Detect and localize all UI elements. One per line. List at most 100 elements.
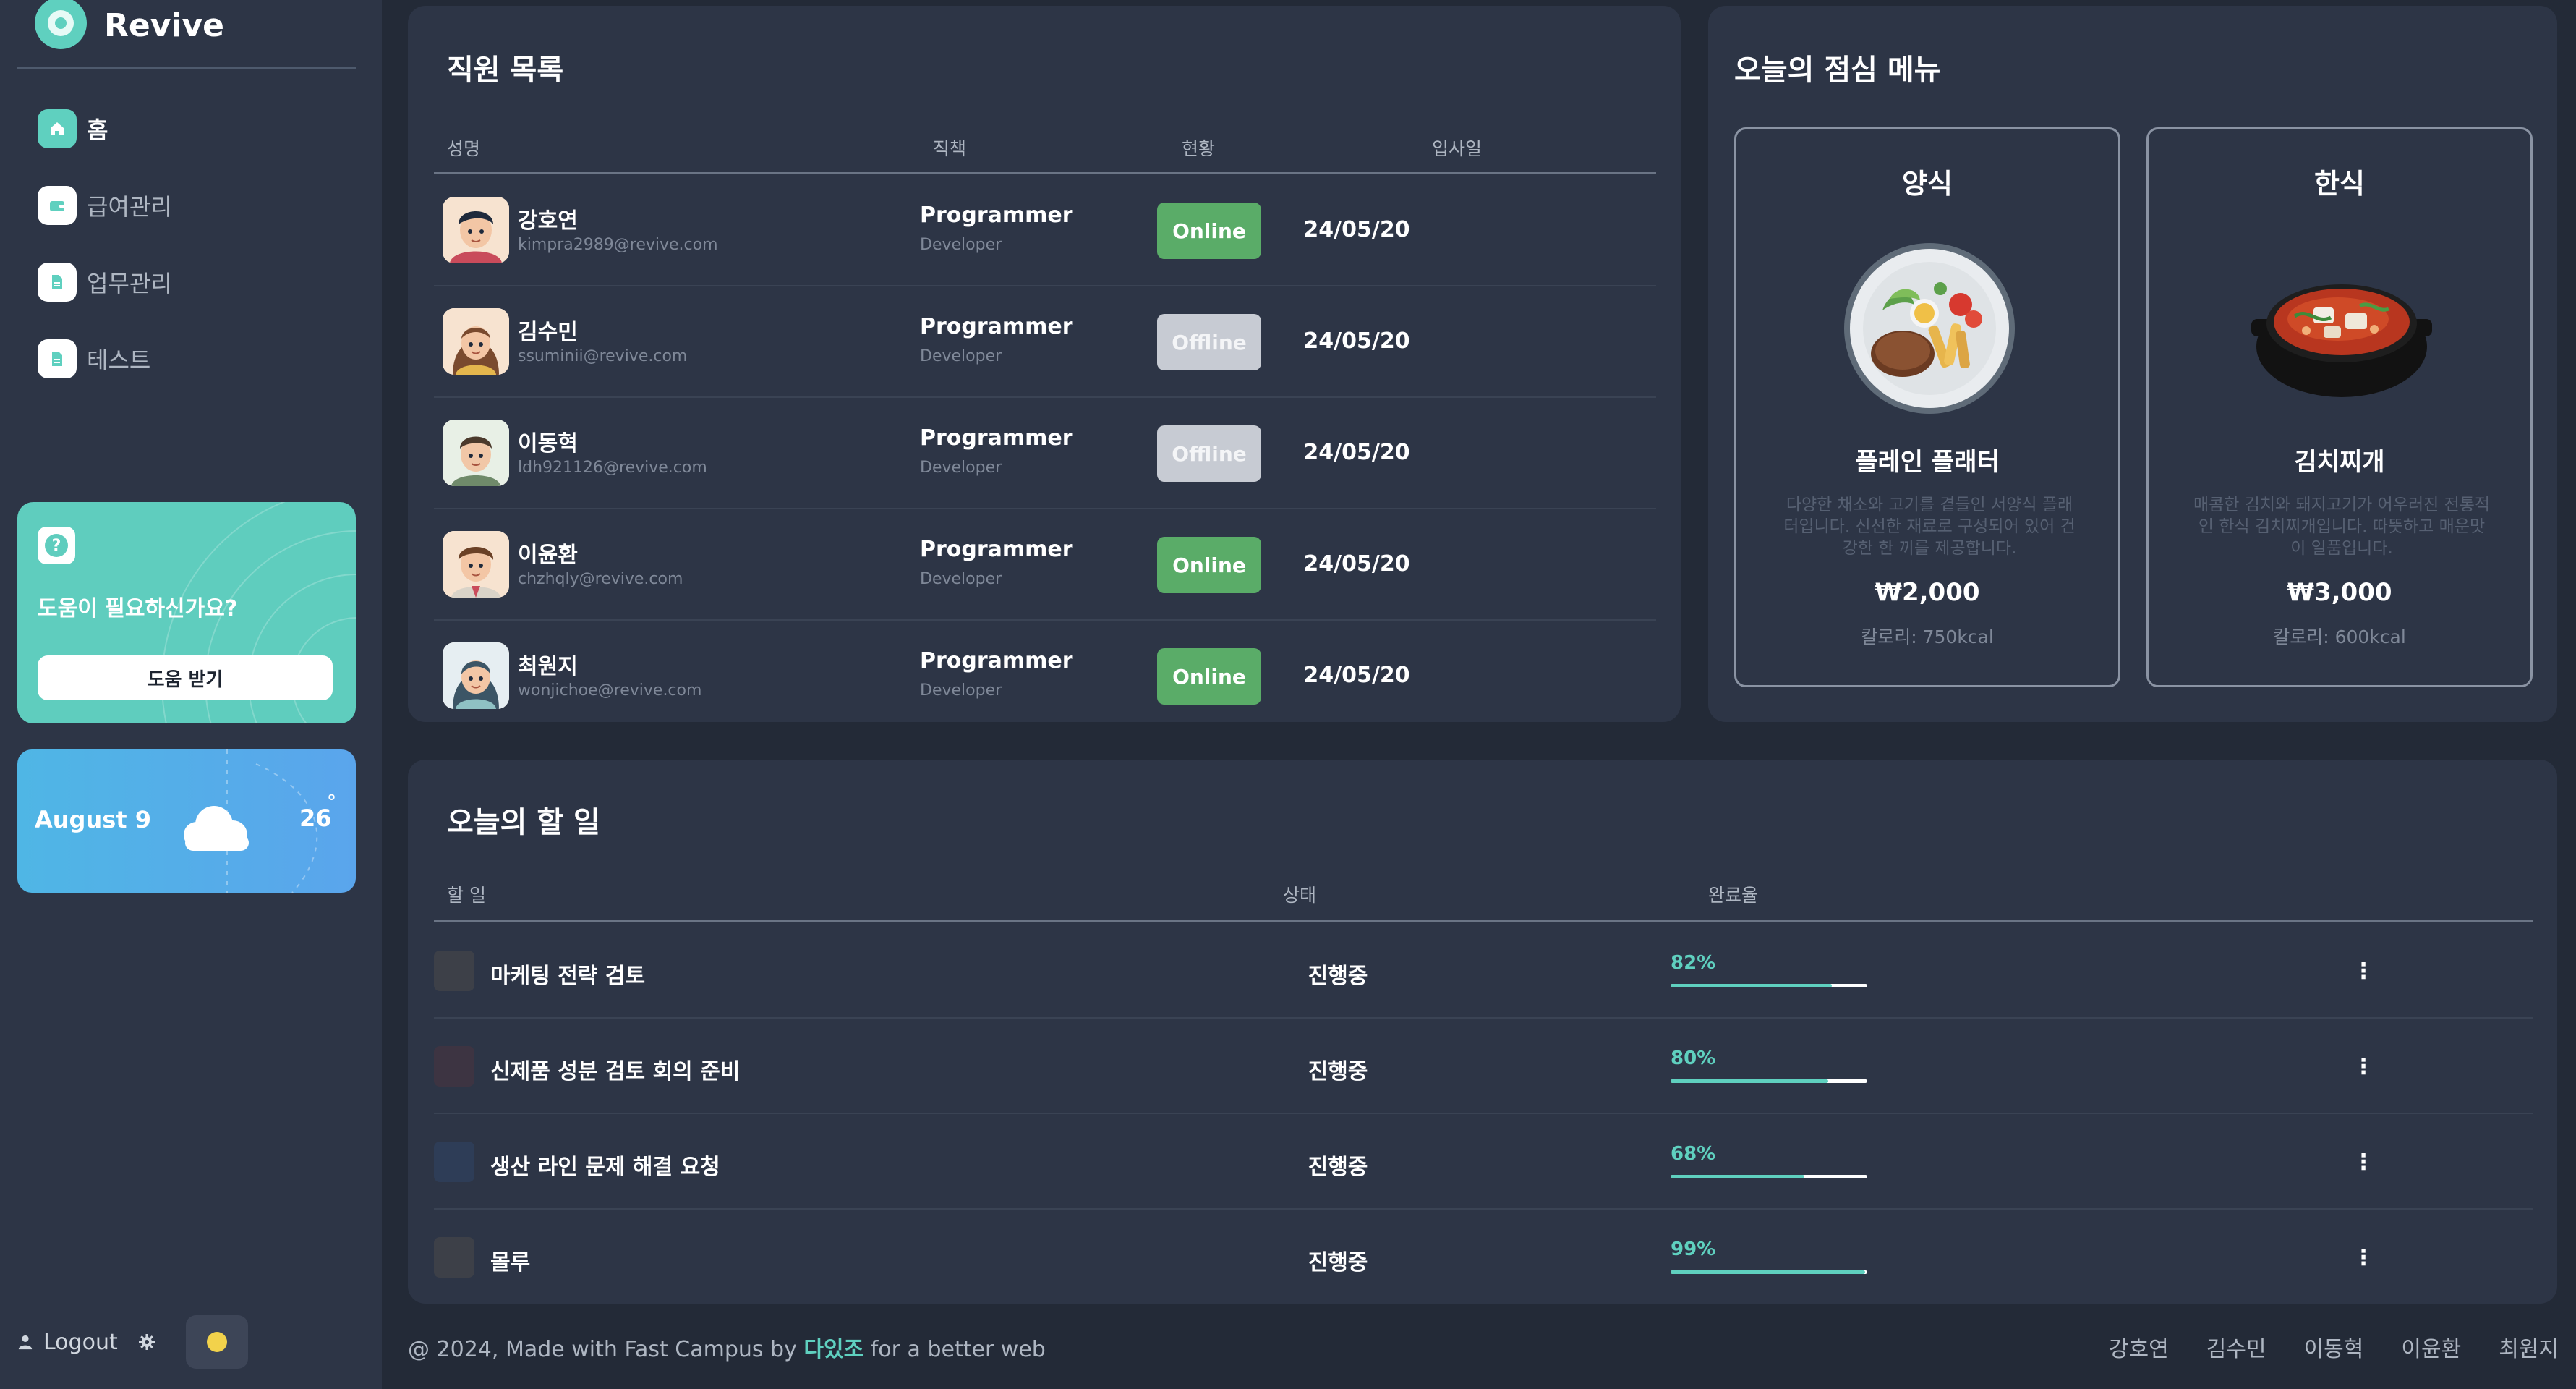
employee-role: Programmer xyxy=(920,314,1073,339)
task-progress-fill xyxy=(1671,1079,1828,1083)
employee-department: Developer xyxy=(920,236,1002,254)
avatar xyxy=(443,197,509,263)
platter-image xyxy=(1844,243,2015,414)
employee-email: ssuminii@revive.com xyxy=(518,347,688,365)
employee-email: ldh921126@revive.com xyxy=(518,459,707,477)
more-vertical-icon[interactable]: ⋮ xyxy=(2343,1046,2384,1087)
menu-item-korean[interactable]: 한식 김치찌개 매콤한 김치와 돼지고기가 어우러진 전통적인 한식 김치찌개입… xyxy=(2146,127,2533,687)
menu-price: ₩2,000 xyxy=(1875,578,1980,607)
task-status: 진행중 xyxy=(1308,1059,1368,1084)
task-status: 진행중 xyxy=(1308,964,1368,989)
menu-description: 다양한 채소와 고기를 곁들인 서양식 플래터입니다. 신선한 재료로 구성되어… xyxy=(1783,496,2076,558)
employee-name: 최원지 xyxy=(518,654,578,679)
footer-prefix: @ 2024, Made with Fast Campus by xyxy=(408,1337,797,1362)
column-header-progress: 완료율 xyxy=(1708,885,1759,906)
task-progress-bar xyxy=(1671,1175,1867,1178)
footer-link[interactable]: 이윤환 xyxy=(2401,1331,2461,1363)
cloud-icon xyxy=(184,806,249,851)
logout-button[interactable]: Logout xyxy=(17,1330,118,1355)
sidebar-nav: 홈 급여관리 업무관리 테스트 xyxy=(38,109,172,415)
task-checkbox[interactable] xyxy=(434,951,474,991)
employee-department: Developer xyxy=(920,347,1002,365)
task-name: 몰루 xyxy=(490,1250,531,1275)
column-header-name: 성명 xyxy=(447,138,481,159)
employee-name: 강호연 xyxy=(518,208,578,234)
menu-category: 한식 xyxy=(2314,168,2365,200)
task-progress-label: 68% xyxy=(1671,1143,1716,1165)
employee-department: Developer xyxy=(920,681,1002,700)
employee-role: Programmer xyxy=(920,425,1073,451)
theme-toggle-button[interactable] xyxy=(185,1315,248,1369)
more-vertical-icon[interactable]: ⋮ xyxy=(2343,951,2384,991)
avatar xyxy=(443,642,509,709)
employee-join-date: 24/05/20 xyxy=(1303,551,1410,577)
employee-name: 이동혁 xyxy=(518,431,578,456)
column-header-join-date: 입사일 xyxy=(1432,138,1483,159)
menu-name: 플레인 플래터 xyxy=(1855,448,2000,477)
sidebar-item-payroll[interactable]: 급여관리 xyxy=(38,185,172,226)
task-progress-label: 80% xyxy=(1671,1048,1716,1069)
task-checkbox[interactable] xyxy=(434,1046,474,1087)
home-icon xyxy=(38,109,77,148)
footer-link[interactable]: 이동혁 xyxy=(2304,1331,2364,1363)
employee-list-title: 직원 목록 xyxy=(447,54,564,87)
todo-title: 오늘의 할 일 xyxy=(447,806,600,839)
footer-suffix: for a better web xyxy=(870,1337,1046,1362)
sidebar: Revive 홈 급여관리 업무관리 테스트 ? 도움이 필요하신가요? 도움 … xyxy=(0,0,382,1389)
avatar xyxy=(443,531,509,598)
task-name: 생산 라인 문제 해결 요청 xyxy=(490,1155,720,1180)
employee-join-date: 24/05/20 xyxy=(1303,217,1410,242)
more-vertical-icon[interactable]: ⋮ xyxy=(2343,1142,2384,1182)
employee-row[interactable]: 최원지 wonjichoe@revive.com Programmer Deve… xyxy=(434,621,1656,732)
table-header-divider xyxy=(434,172,1656,174)
footer-link[interactable]: 강호연 xyxy=(2109,1331,2169,1363)
brand[interactable]: Revive xyxy=(35,0,224,51)
sidebar-item-label: 홈 xyxy=(87,116,108,144)
employee-email: kimpra2989@revive.com xyxy=(518,236,718,254)
task-checkbox[interactable] xyxy=(434,1237,474,1278)
task-progress-label: 82% xyxy=(1671,952,1716,974)
revive-logo-icon xyxy=(35,0,87,49)
footer-link[interactable]: 최원지 xyxy=(2499,1331,2559,1363)
task-progress-fill xyxy=(1671,1270,1866,1274)
wallet-icon xyxy=(38,186,77,225)
task-progress-bar xyxy=(1671,1270,1867,1274)
sidebar-bottom: Logout xyxy=(17,1315,248,1369)
footer-link[interactable]: 김수민 xyxy=(2206,1331,2266,1363)
get-help-button[interactable]: 도움 받기 xyxy=(38,655,333,700)
footer-team-link[interactable]: 다있조 xyxy=(803,1337,863,1362)
task-progress-fill xyxy=(1671,1175,1804,1178)
menu-item-western[interactable]: 양식 플레인 플래터 다양한 채소와 고기를 곁들인 서양식 플래터입니다. 신… xyxy=(1734,127,2120,687)
footer-links: 강호연 김수민 이동혁 이윤환 최원지 xyxy=(2109,1331,2559,1363)
employee-role: Programmer xyxy=(920,203,1073,228)
task-checkbox[interactable] xyxy=(434,1142,474,1182)
employee-row[interactable]: 이윤환 chzhqly@revive.com Programmer Develo… xyxy=(434,509,1656,621)
footer-credit: @ 2024, Made with Fast Campus by 다있조 for… xyxy=(408,1331,1046,1363)
task-row: 생산 라인 문제 해결 요청 진행중 68% ⋮ xyxy=(434,1114,2533,1210)
sidebar-item-tasks[interactable]: 업무관리 xyxy=(38,262,172,302)
lunch-menu-title: 오늘의 점심 메뉴 xyxy=(1734,54,1941,87)
table-header-divider xyxy=(434,920,2533,922)
employee-name: 이윤환 xyxy=(518,543,578,568)
sidebar-item-home[interactable]: 홈 xyxy=(38,109,172,149)
logout-label: Logout xyxy=(43,1329,118,1355)
gear-icon[interactable] xyxy=(138,1333,155,1351)
employee-join-date: 24/05/20 xyxy=(1303,328,1410,354)
question-icon: ? xyxy=(38,527,75,564)
more-vertical-icon[interactable]: ⋮ xyxy=(2343,1237,2384,1278)
task-progress-fill xyxy=(1671,984,1833,987)
brand-name: Revive xyxy=(104,7,225,44)
employee-email: chzhqly@revive.com xyxy=(518,570,683,588)
employee-row[interactable]: 이동혁 ldh921126@revive.com Programmer Deve… xyxy=(434,398,1656,509)
sidebar-item-test[interactable]: 테스트 xyxy=(38,339,172,379)
task-progress-bar xyxy=(1671,1079,1867,1083)
employee-department: Developer xyxy=(920,570,1002,588)
avatar xyxy=(443,420,509,486)
employee-row[interactable]: 강호연 kimpra2989@revive.com Programmer Dev… xyxy=(434,175,1656,286)
employee-row[interactable]: 김수민 ssuminii@revive.com Programmer Devel… xyxy=(434,286,1656,398)
column-header-task: 할 일 xyxy=(447,885,486,906)
lunch-menu-card: 오늘의 점심 메뉴 양식 플레인 플래터 다양한 채소와 고기를 곁들인 서양식… xyxy=(1708,6,2557,722)
employee-email: wonjichoe@revive.com xyxy=(518,681,702,700)
sun-icon xyxy=(206,1332,227,1352)
column-header-status: 현황 xyxy=(1182,138,1216,159)
